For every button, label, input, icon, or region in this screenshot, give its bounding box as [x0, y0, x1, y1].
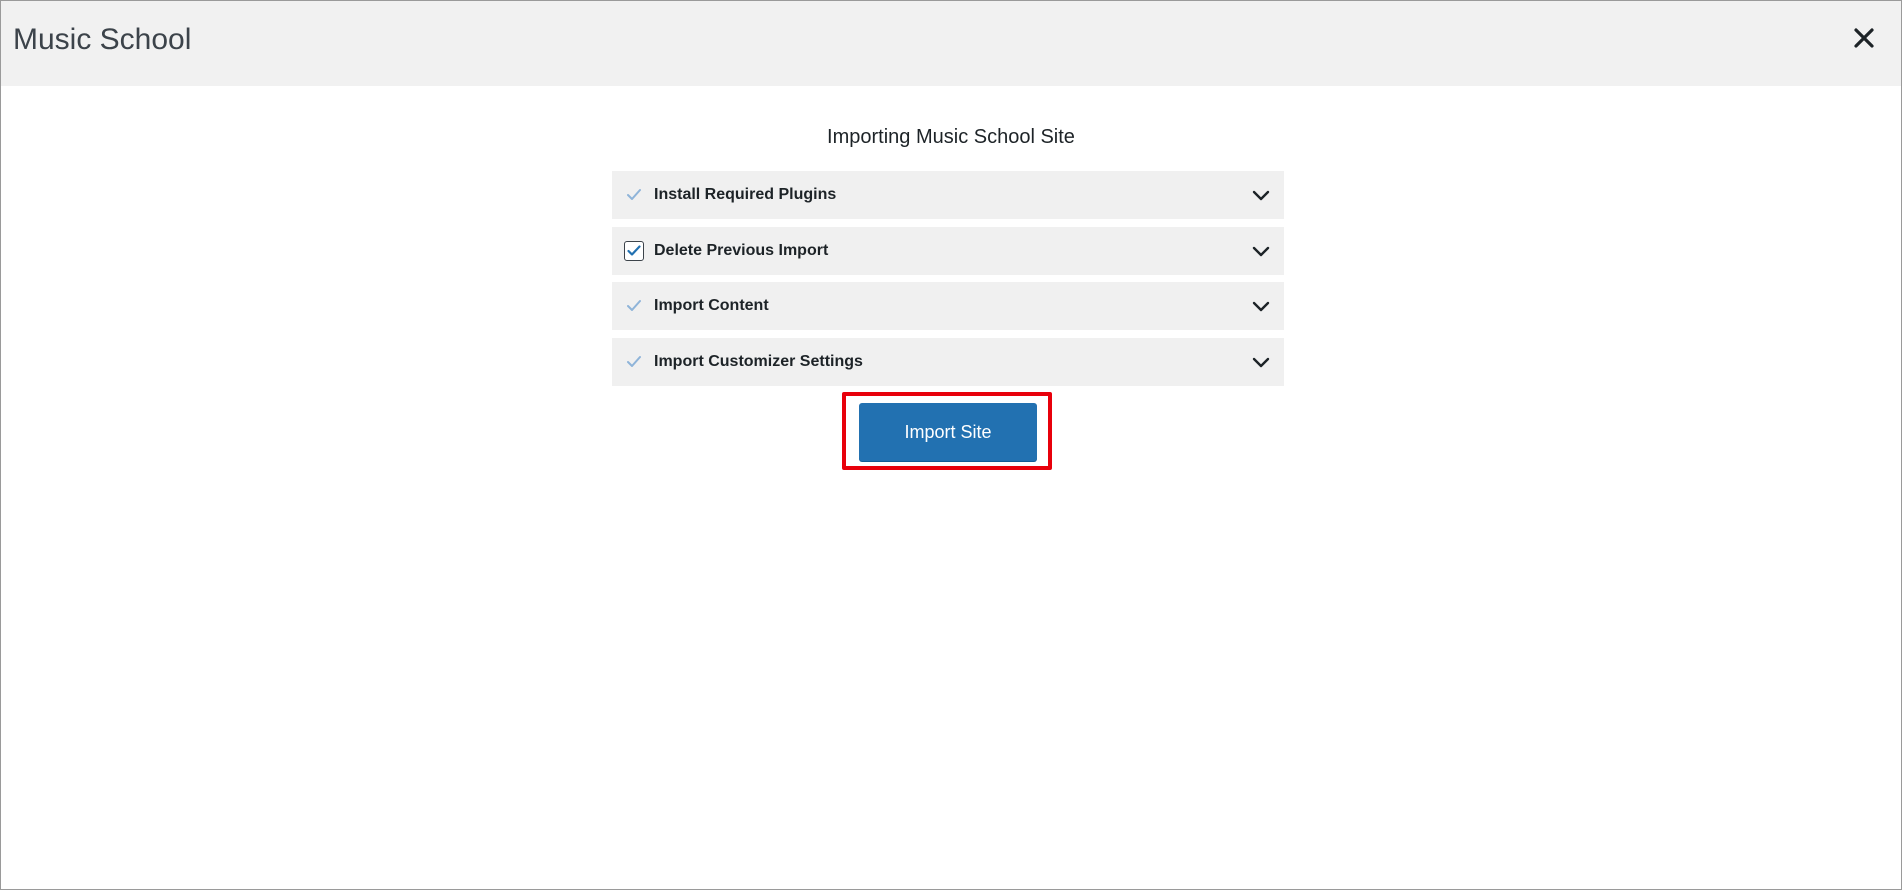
import-title: Importing Music School Site	[827, 126, 1075, 148]
delete-previous-import-checkbox[interactable]	[624, 241, 644, 261]
step-install-required-plugins[interactable]: Install Required Plugins	[612, 171, 1284, 219]
import-modal: Music School Importing Music School Site…	[0, 0, 1902, 890]
step-delete-previous-import[interactable]: Delete Previous Import	[612, 227, 1284, 275]
modal-title: Music School	[13, 23, 192, 56]
step-label: Import Customizer Settings	[654, 353, 863, 370]
step-label: Delete Previous Import	[654, 242, 829, 259]
import-steps-list: Install Required Plugins Delete Previous…	[612, 171, 1284, 394]
step-import-content[interactable]: Import Content	[612, 282, 1284, 330]
check-icon	[625, 186, 643, 204]
step-label: Install Required Plugins	[654, 186, 837, 203]
modal-header: Music School	[1, 1, 1901, 86]
step-label: Import Content	[654, 297, 769, 314]
chevron-down-icon[interactable]	[1252, 187, 1270, 205]
chevron-down-icon[interactable]	[1252, 354, 1270, 372]
step-import-customizer-settings[interactable]: Import Customizer Settings	[612, 338, 1284, 386]
close-icon[interactable]	[1849, 23, 1879, 53]
check-icon	[625, 297, 643, 315]
chevron-down-icon[interactable]	[1252, 298, 1270, 316]
chevron-down-icon[interactable]	[1252, 243, 1270, 261]
check-icon	[625, 353, 643, 371]
import-site-button[interactable]: Import Site	[859, 403, 1037, 461]
